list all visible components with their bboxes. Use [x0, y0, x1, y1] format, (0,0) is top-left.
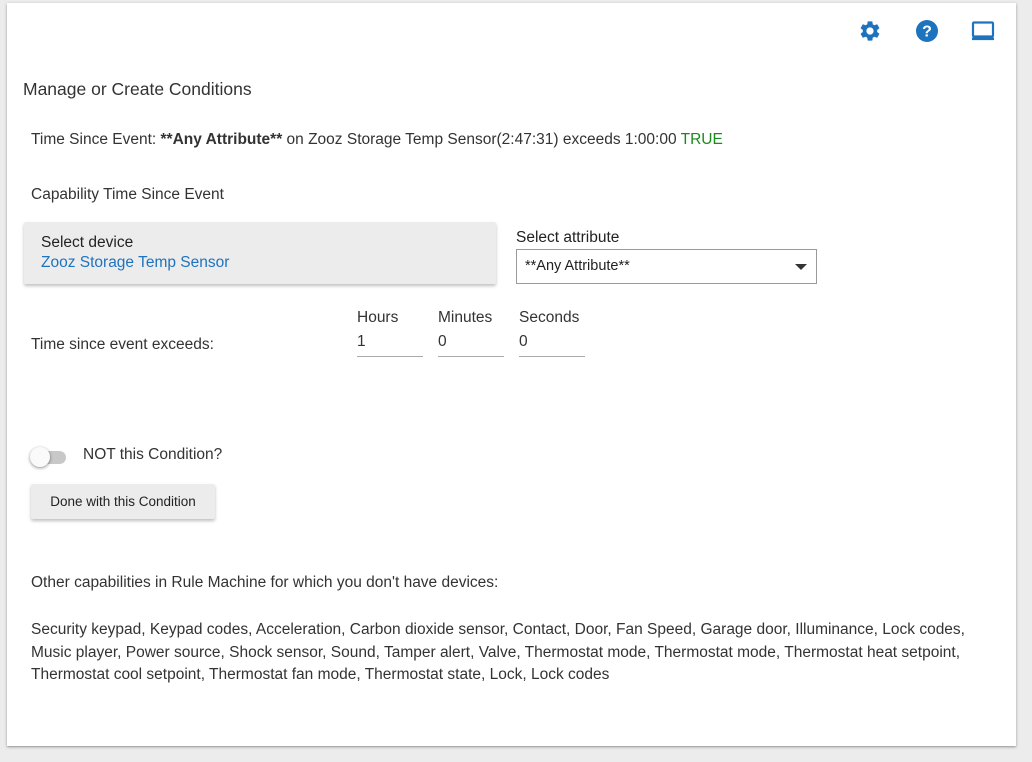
- hours-field: Hours: [357, 309, 423, 357]
- other-capabilities-list: Security keypad, Keypad codes, Accelerat…: [31, 621, 965, 683]
- summary-prefix: Time Since Event:: [31, 131, 161, 148]
- minutes-label: Minutes: [438, 309, 493, 326]
- other-capabilities-heading: Other capabilities in Rule Machine for w…: [31, 574, 499, 591]
- summary-detail: on Zooz Storage Temp Sensor(2:47:31) exc…: [282, 131, 681, 148]
- dropdown-arrow-icon: [795, 264, 807, 270]
- hours-input[interactable]: [357, 331, 423, 357]
- help-icon[interactable]: ?: [915, 19, 939, 43]
- not-condition-label: NOT this Condition?: [83, 446, 223, 463]
- seconds-field: Seconds: [519, 309, 585, 357]
- svg-text:?: ?: [922, 24, 932, 41]
- page-title: Manage or Create Conditions: [23, 79, 252, 99]
- minutes-field: Minutes: [438, 309, 504, 357]
- attribute-dropdown-value: **Any Attribute**: [525, 258, 630, 274]
- gear-icon[interactable]: [858, 19, 882, 43]
- not-condition-toggle[interactable]: [30, 446, 70, 468]
- hours-label: Hours: [357, 309, 399, 326]
- main-card: ? Manage or Create Conditions Time Since…: [7, 3, 1016, 746]
- select-attribute-label: Select attribute: [516, 229, 620, 246]
- summary-result: TRUE: [680, 131, 723, 148]
- done-button[interactable]: Done with this Condition: [31, 484, 215, 519]
- select-device-label: Select device: [41, 234, 134, 251]
- condition-summary: Time Since Event: **Any Attribute** on Z…: [31, 131, 723, 149]
- minutes-input[interactable]: [438, 331, 504, 357]
- summary-attribute: **Any Attribute**: [160, 131, 283, 148]
- time-since-label: Time since event exceeds:: [31, 336, 214, 353]
- selected-device-value: Zooz Storage Temp Sensor: [41, 254, 230, 271]
- capability-label: Capability Time Since Event: [31, 186, 224, 203]
- attribute-dropdown[interactable]: **Any Attribute**: [516, 249, 817, 284]
- top-toolbar: ?: [858, 19, 998, 45]
- seconds-input[interactable]: [519, 331, 585, 357]
- toggle-knob: [30, 447, 50, 467]
- laptop-icon[interactable]: [971, 19, 995, 43]
- select-device-button[interactable]: Select device Zooz Storage Temp Sensor: [24, 222, 496, 284]
- seconds-label: Seconds: [519, 309, 580, 326]
